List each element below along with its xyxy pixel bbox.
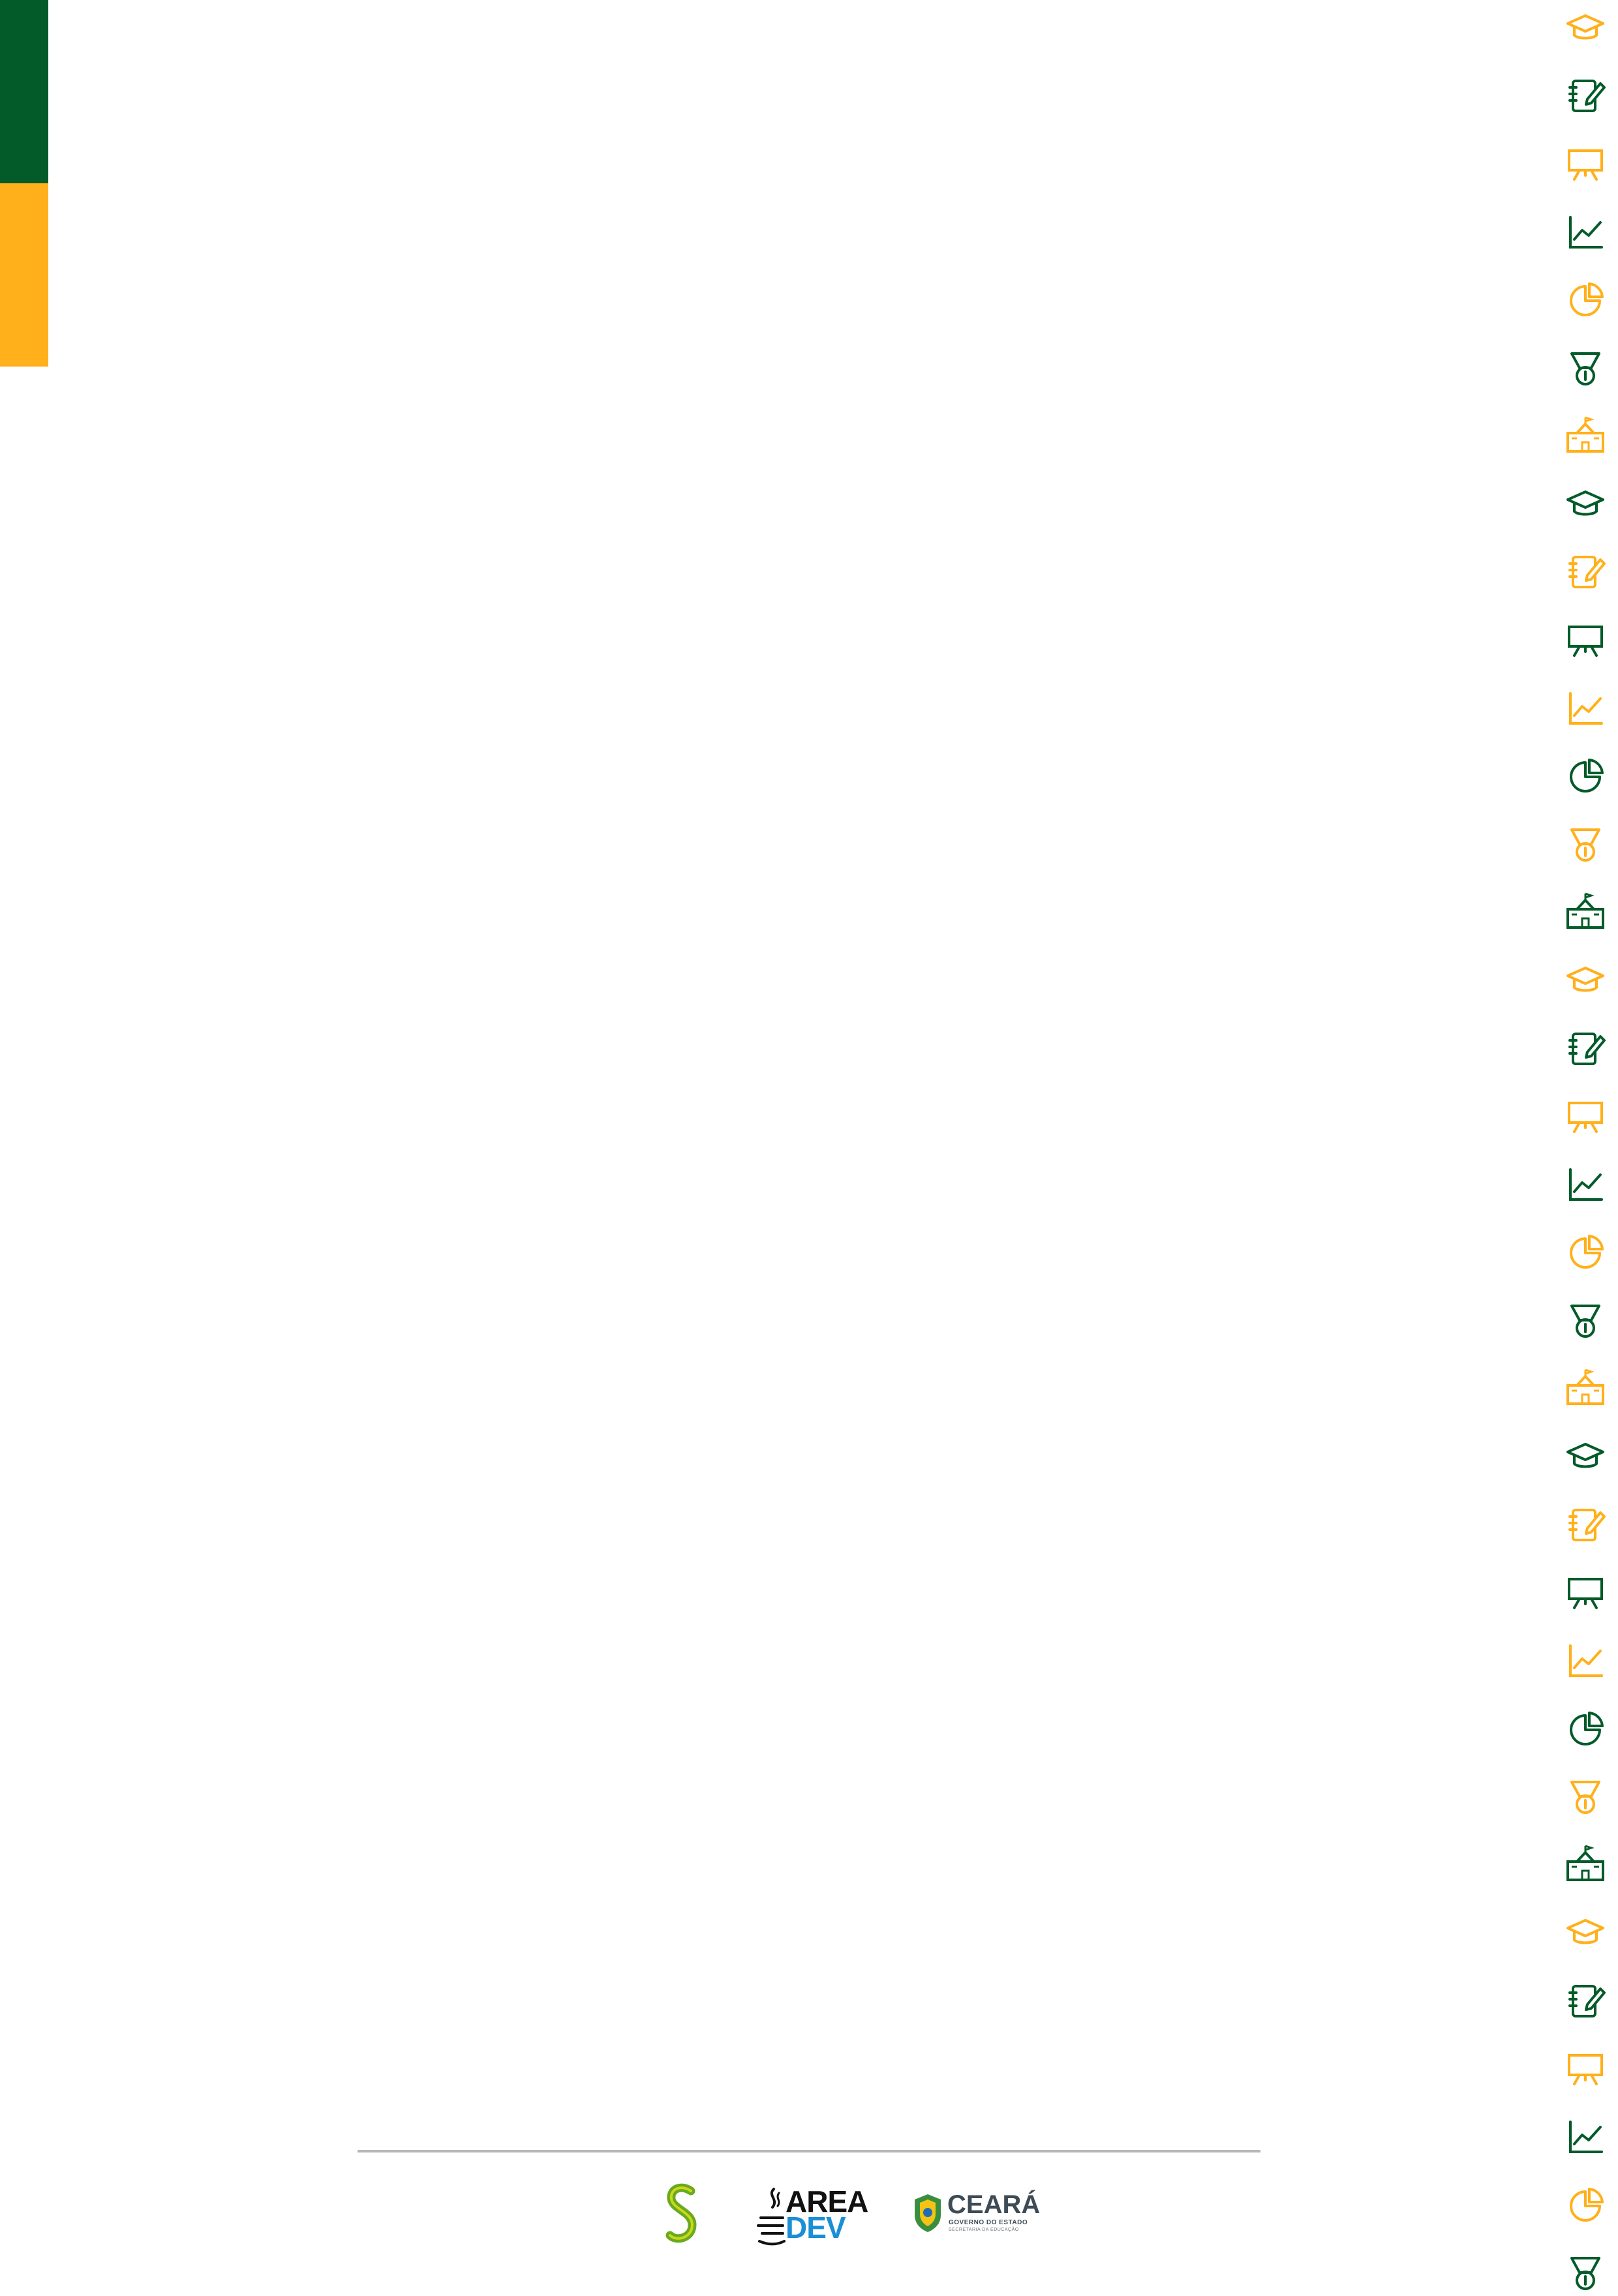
presentation-board-icon [1563,2046,1608,2092]
graduation-cap-icon [1563,958,1608,1003]
area-dev-logo: AREA DEV [757,2185,868,2247]
ceara-name: CEARÁ [947,2190,1041,2219]
medal-icon [1563,2250,1608,2296]
medal-icon [1563,1298,1608,1344]
pie-chart-icon [1563,1706,1608,1752]
graduation-cap-icon [1563,481,1608,527]
medal-icon [1563,822,1608,868]
area-dev-line2: DEV [786,2211,846,2244]
line-chart-icon [1563,209,1608,255]
notebook-pen-icon [1563,1026,1608,1072]
s-logo [662,2182,701,2247]
ceara-secretariat: SECRETARIA DA EDUCAÇÃO [949,2228,1019,2232]
presentation-board-icon [1563,618,1608,663]
ceara-crest-icon [915,2194,941,2232]
yellow-corner-bar [0,183,48,367]
line-chart-icon [1563,686,1608,731]
presentation-board-icon [1563,1094,1608,1140]
line-chart-icon [1563,1162,1608,1207]
ceara-government-logo: CEARÁ GOVERNO DO ESTADO SECRETARIA DA ED… [912,2192,1040,2237]
notebook-pen-icon [1563,1978,1608,2024]
school-building-icon [1563,414,1608,459]
notebook-pen-icon [1563,549,1608,595]
presentation-board-icon [1563,142,1608,187]
ceara-subtitle: GOVERNO DO ESTADO [949,2219,1028,2226]
pie-chart-icon [1563,753,1608,799]
school-building-icon [1563,1842,1608,1888]
pie-chart-icon [1563,277,1608,323]
graduation-cap-icon [1563,5,1608,51]
pie-chart-icon [1563,1230,1608,1275]
graduation-cap-icon [1563,1910,1608,1956]
graduation-cap-icon [1563,1434,1608,1479]
green-corner-bar [0,0,48,183]
medal-icon [1563,1774,1608,1820]
presentation-board-icon [1563,1570,1608,1616]
notebook-pen-icon [1563,1502,1608,1548]
notebook-pen-icon [1563,73,1608,119]
pie-chart-icon [1563,2183,1608,2228]
java-cup-icon [757,2188,786,2246]
school-building-icon [1563,1366,1608,1412]
medal-icon [1563,346,1608,391]
decorative-icon-strip [1563,0,1608,2290]
line-chart-icon [1563,2114,1608,2160]
line-chart-icon [1563,1638,1608,1684]
footer-divider [358,2150,1260,2152]
school-building-icon [1563,890,1608,935]
